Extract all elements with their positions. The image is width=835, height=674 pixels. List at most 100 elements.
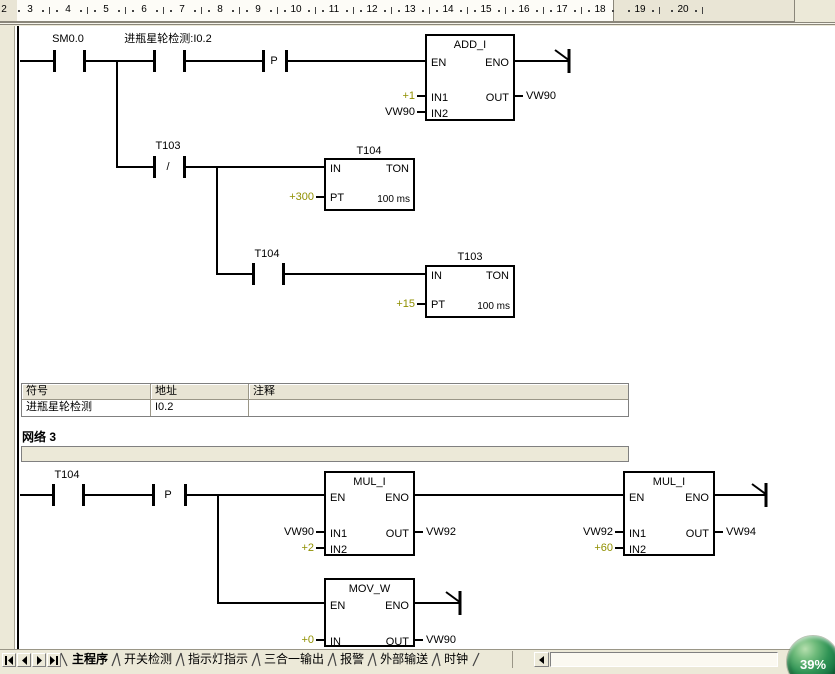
contact-bar[interactable] (153, 156, 156, 178)
go-next-button[interactable] (32, 653, 46, 667)
ruler-tick (208, 10, 210, 12)
network3-comment-bar[interactable] (21, 446, 629, 462)
go-first-button[interactable] (2, 653, 16, 667)
ruler-number: 17 (554, 4, 570, 16)
edge-contact-label[interactable]: P (158, 489, 178, 501)
contact-bar[interactable] (53, 50, 56, 72)
cell-address[interactable]: I0.2 (151, 400, 249, 416)
ruler-number: 6 (136, 4, 152, 16)
open-wire-arrow-icon (749, 482, 771, 508)
header-symbol[interactable]: 符号 (22, 384, 151, 400)
ruler-tick (87, 7, 88, 14)
ruler-tick (460, 10, 462, 12)
pin-stub (715, 531, 723, 533)
block-ton-t104[interactable]: IN TON PT 100 ms (324, 158, 415, 211)
tab-alarm[interactable]: 报警 (335, 652, 369, 667)
ruler-tick (163, 7, 164, 14)
ruler-tick (695, 10, 697, 12)
cell-symbol[interactable]: 进瓶星轮检测 (22, 400, 151, 416)
cell-comment[interactable] (249, 400, 628, 416)
contact-label-t103[interactable]: T103 (138, 140, 198, 152)
edge-contact-label[interactable]: P (264, 55, 284, 67)
ruler-tick (612, 10, 614, 12)
wire (217, 602, 324, 604)
go-previous-button[interactable] (17, 653, 31, 667)
wire (20, 494, 52, 496)
operand-in1[interactable]: +1 (375, 90, 415, 102)
block-mul-i-2[interactable]: MUL_I EN ENO IN1 OUT IN2 (623, 471, 715, 556)
operand-out[interactable]: VW90 (426, 634, 456, 646)
tab-three-in-one-output[interactable]: 三合一输出 (259, 652, 329, 667)
block-pin-out: OUT (486, 92, 509, 104)
pin-stub (417, 111, 425, 113)
contact-bar[interactable] (52, 484, 55, 506)
pin-stub (415, 639, 423, 641)
tab-clock[interactable]: 时钟 (439, 652, 473, 667)
contact-bar[interactable] (252, 263, 255, 285)
block-pin-out: OUT (686, 528, 709, 540)
ruler-tick (702, 7, 703, 14)
timer-title-t103[interactable]: T103 (440, 251, 500, 263)
network3-title[interactable]: 网络 3 (22, 430, 56, 444)
ruler-number: 8 (212, 4, 228, 16)
contact-label-i02[interactable]: 进瓶星轮检测:I0.2 (78, 33, 258, 45)
go-previous-icon (20, 656, 29, 665)
operand-in[interactable]: +0 (274, 634, 314, 646)
operand-in2[interactable]: +2 (274, 542, 314, 554)
block-mul-i-1[interactable]: MUL_I EN ENO IN1 OUT IN2 (324, 471, 415, 556)
ruler-tick (277, 7, 278, 14)
ruler-tick (170, 10, 172, 12)
operand-in2[interactable]: VW90 (365, 106, 415, 118)
operand-in1[interactable]: VW92 (563, 526, 613, 538)
block-pin-pt: PT (431, 299, 445, 311)
wire (415, 494, 623, 496)
contact-bar[interactable] (152, 484, 155, 506)
ruler-number: 9 (250, 4, 266, 16)
tab-external-transport[interactable]: 外部输送 (375, 652, 433, 667)
page-left-margin (0, 26, 15, 650)
tab-switch-detect[interactable]: 开关检测 (119, 652, 177, 667)
header-address[interactable]: 地址 (151, 384, 249, 400)
operand-pt[interactable]: +300 (264, 191, 314, 203)
block-mov-w[interactable]: MOV_W EN ENO IN OUT (324, 578, 415, 647)
operand-pt[interactable]: +15 (369, 298, 415, 310)
operand-out[interactable]: VW94 (726, 526, 756, 538)
contact-bar[interactable] (153, 50, 156, 72)
ruler-tick (474, 10, 476, 12)
ruler-tick (308, 10, 310, 12)
timer-base: 100 ms (477, 301, 510, 312)
pin-stub (316, 196, 324, 198)
hscroll-left-button[interactable] (534, 652, 549, 667)
block-add-i[interactable]: ADD_I EN ENO IN1 OUT IN2 (425, 34, 515, 121)
block-pin-out: OUT (386, 636, 409, 648)
operand-out[interactable]: VW90 (526, 90, 556, 102)
header-comment[interactable]: 注释 (249, 384, 628, 400)
ruler-tick (353, 7, 354, 14)
hscroll-track[interactable] (550, 652, 778, 667)
operand-in2[interactable]: +60 (573, 542, 613, 554)
operand-out[interactable]: VW92 (426, 526, 456, 538)
ruler-number: 10 (288, 4, 304, 16)
block-title: MUL_I (625, 476, 713, 488)
pin-stub (615, 531, 623, 533)
contact-label-t104[interactable]: T104 (237, 248, 297, 260)
pin-stub (316, 547, 324, 549)
ruler-tick (588, 10, 590, 12)
block-pin-eno: ENO (485, 57, 509, 69)
ruler-tick (56, 10, 58, 12)
ruler-tick (505, 7, 506, 14)
ruler-divider (0, 24, 835, 25)
ruler-number: 13 (402, 4, 418, 16)
ruler-tick (156, 10, 158, 12)
block-ton-t103[interactable]: IN TON PT 100 ms (425, 265, 515, 318)
operand-in1[interactable]: VW90 (264, 526, 314, 538)
tab-main-program[interactable]: 主程序 (67, 652, 113, 667)
pin-stub (316, 531, 324, 533)
nc-contact-slash[interactable]: / (160, 161, 176, 173)
block-pin-eno: ENO (385, 600, 409, 612)
timer-title-t104[interactable]: T104 (339, 145, 399, 157)
wire (85, 494, 152, 496)
symbol-table-row: 进瓶星轮检测 I0.2 (22, 400, 628, 416)
tab-indicator-light[interactable]: 指示灯指示 (183, 652, 253, 667)
contact-label-t104[interactable]: T104 (37, 469, 97, 481)
